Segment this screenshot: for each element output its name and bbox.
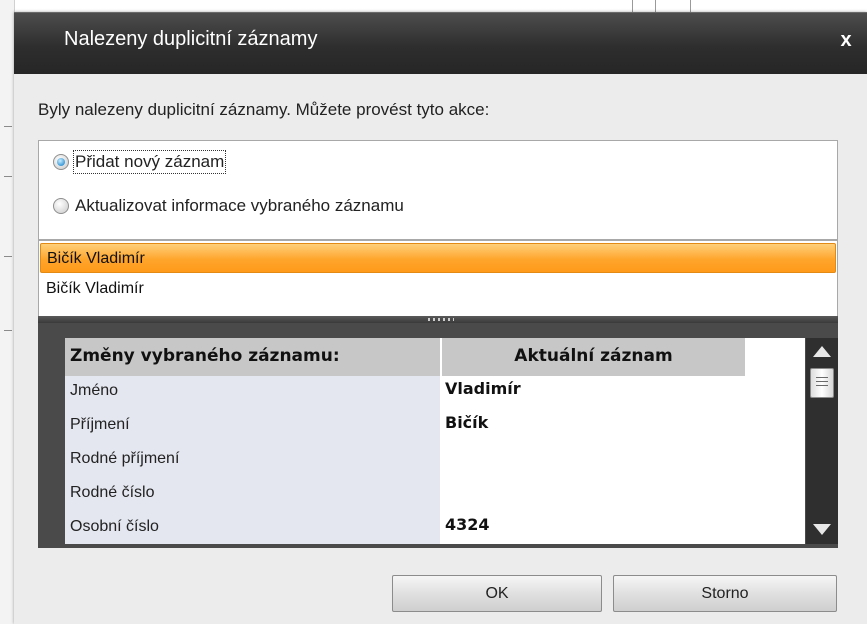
changes-table: Změny vybraného záznamu: Aktuální záznam… (65, 338, 805, 544)
duplicate-records-dialog: Nalezeny duplicitní záznamy x Byly nalez… (14, 12, 867, 624)
scroll-down-button[interactable] (806, 518, 838, 542)
list-item[interactable]: Bičík Vladimír (40, 274, 836, 304)
field-label: Rodné číslo (70, 484, 155, 501)
dialog-prompt: Byly nalezeny duplicitní záznamy. Můžete… (38, 100, 490, 119)
radio-checked-icon[interactable] (53, 154, 69, 170)
background-tick (4, 256, 12, 257)
arrow-down-icon (813, 524, 831, 535)
field-value: Vladimír (445, 379, 521, 398)
option-add-new-record[interactable]: Přidat nový záznam (53, 149, 227, 175)
column-header-changes: Změny vybraného záznamu: (65, 338, 440, 376)
scroll-up-button[interactable] (806, 340, 838, 364)
column-header-label: Změny vybraného záznamu: (70, 346, 340, 366)
action-radio-group: Přidat nový záznam Aktualizovat informac… (38, 140, 838, 240)
column-header-current: Aktuální záznam (440, 338, 745, 376)
list-item-selected[interactable]: Bičík Vladimír (40, 243, 836, 273)
splitter-handle[interactable] (38, 316, 838, 323)
dialog-titlebar[interactable]: Nalezeny duplicitní záznamy x (14, 12, 867, 74)
background-grid-line (690, 0, 691, 12)
field-value: 4324 (445, 515, 490, 534)
radio-unchecked-icon[interactable] (53, 198, 69, 214)
background-window-edge (0, 0, 15, 624)
table-row: Příjmení Bičík (65, 410, 805, 444)
changes-panel: Změny vybraného záznamu: Aktuální záznam… (38, 323, 838, 548)
scroll-thumb[interactable] (810, 368, 834, 398)
dialog-title: Nalezeny duplicitní záznamy (64, 28, 318, 50)
field-label: Rodné příjmení (70, 450, 180, 467)
option-update-selected-record[interactable]: Aktualizovat informace vybraného záznamu (53, 193, 404, 219)
arrow-up-icon (813, 346, 831, 357)
field-label: Osobní číslo (70, 518, 159, 535)
option-label[interactable]: Aktualizovat informace vybraného záznamu (75, 196, 404, 216)
background-tick (4, 126, 12, 127)
grip-lines-icon (816, 377, 828, 389)
table-row: Rodné příjmení (65, 444, 805, 478)
table-row: Jméno Vladimír (65, 376, 805, 410)
duplicate-record-list: Bičík Vladimír Bičík Vladimír (38, 240, 838, 317)
vertical-scrollbar[interactable] (806, 338, 838, 544)
ok-button[interactable]: OK (392, 575, 602, 612)
close-icon[interactable]: x (833, 27, 859, 53)
background-grid-line (632, 0, 633, 12)
grip-dots-icon (428, 318, 454, 321)
table-row: Rodné číslo (65, 478, 805, 512)
field-value: Bičík (445, 413, 489, 432)
field-label: Jméno (70, 382, 119, 399)
option-label[interactable]: Přidat nový záznam (72, 150, 227, 174)
background-grid-line (655, 0, 656, 12)
background-tick (4, 330, 12, 331)
table-row: Osobní číslo 4324 (65, 512, 805, 544)
cancel-button[interactable]: Storno (613, 575, 837, 612)
field-label: Příjmení (70, 416, 130, 433)
column-header-label: Aktuální záznam (514, 346, 673, 366)
background-tick (4, 176, 12, 177)
